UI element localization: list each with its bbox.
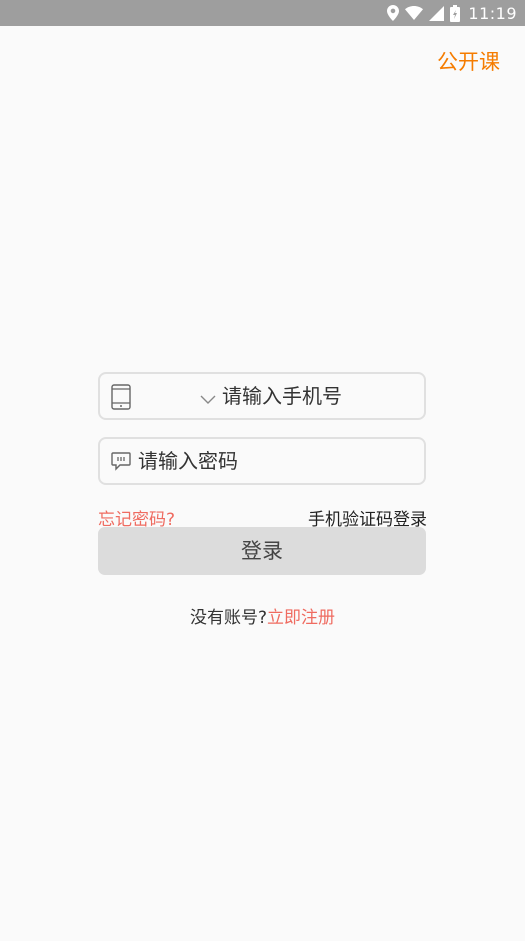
register-link[interactable]: 立即注册 bbox=[267, 608, 335, 628]
register-row: 没有账号?立即注册 bbox=[0, 603, 525, 628]
phone-icon bbox=[111, 384, 131, 414]
status-time: 11:19 bbox=[468, 3, 517, 23]
login-button[interactable]: 登录 bbox=[98, 527, 426, 575]
password-input[interactable]: 请输入密码 bbox=[98, 437, 426, 485]
message-icon bbox=[111, 452, 131, 475]
chevron-down-icon[interactable] bbox=[200, 390, 216, 409]
open-course-link[interactable]: 公开课 bbox=[437, 46, 500, 76]
location-icon bbox=[387, 5, 400, 21]
status-icons: 11:19 bbox=[387, 0, 517, 26]
cell-signal-icon bbox=[429, 5, 445, 21]
status-bar: 11:19 bbox=[0, 0, 525, 26]
phone-input[interactable]: 请输入手机号 bbox=[98, 372, 426, 420]
password-placeholder: 请输入密码 bbox=[138, 449, 238, 473]
phone-placeholder: 请输入手机号 bbox=[222, 384, 342, 408]
wifi-icon bbox=[405, 6, 424, 20]
register-prompt: 没有账号? bbox=[189, 608, 268, 628]
battery-icon bbox=[450, 4, 461, 22]
